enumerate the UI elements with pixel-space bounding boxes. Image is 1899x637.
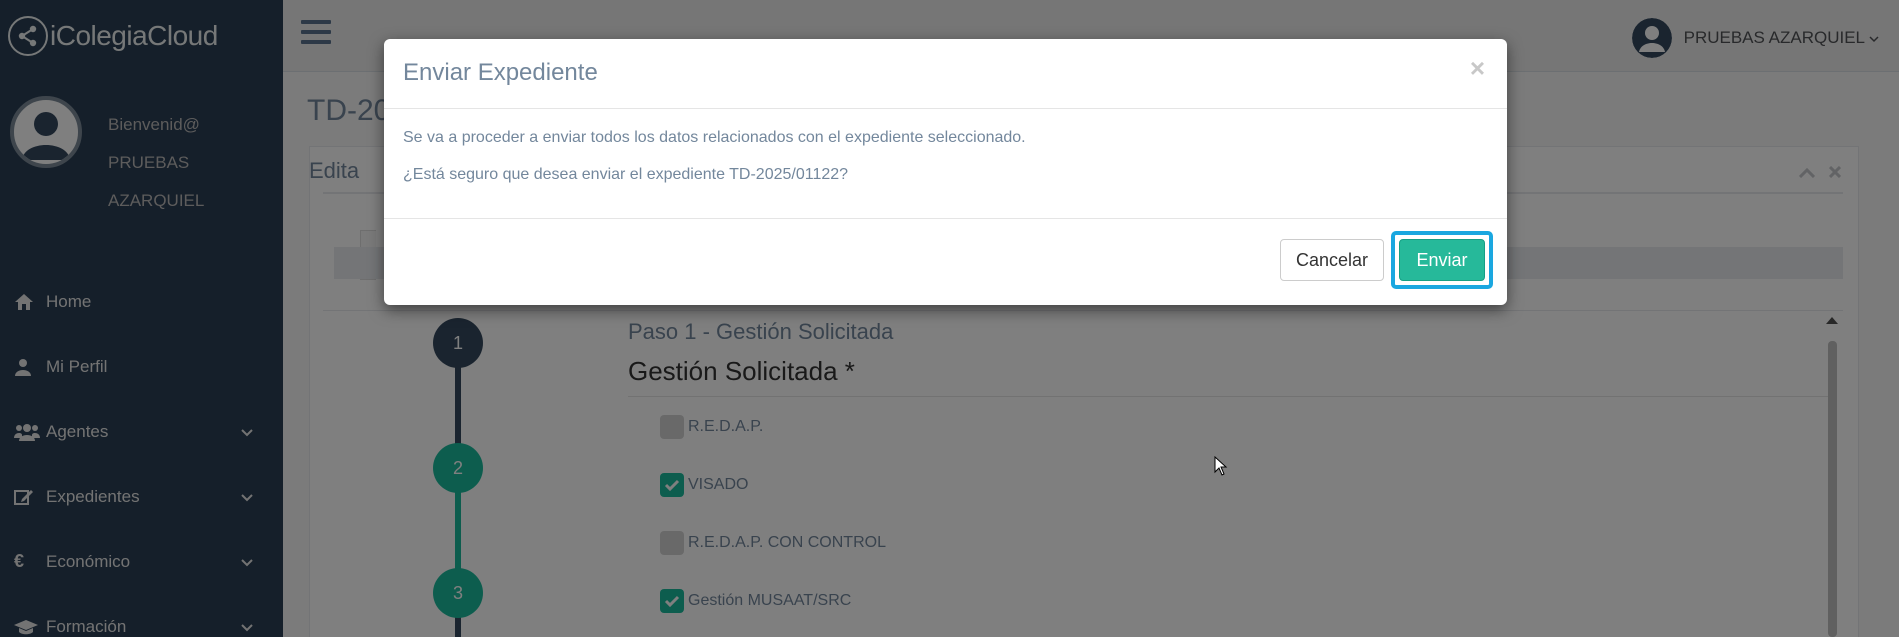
modal-question: ¿Está seguro que desea enviar el expedie… <box>403 166 849 183</box>
modal-body: Se va a proceder a enviar todos los dato… <box>384 109 1507 219</box>
modal-message: Se va a proceder a enviar todos los dato… <box>403 129 1026 146</box>
send-button[interactable]: Enviar <box>1399 239 1485 281</box>
modal-header: Enviar Expediente × <box>384 39 1507 109</box>
close-icon[interactable]: × <box>1470 53 1485 84</box>
cancel-button[interactable]: Cancelar <box>1279 239 1384 281</box>
modal-title: Enviar Expediente <box>403 59 598 86</box>
mouse-cursor-icon <box>1214 455 1228 481</box>
send-file-modal: Enviar Expediente × Se va a proceder a e… <box>384 39 1507 305</box>
modal-footer: Cancelar Enviar <box>384 219 1507 305</box>
send-button-focus-ring: Enviar <box>1391 231 1493 289</box>
